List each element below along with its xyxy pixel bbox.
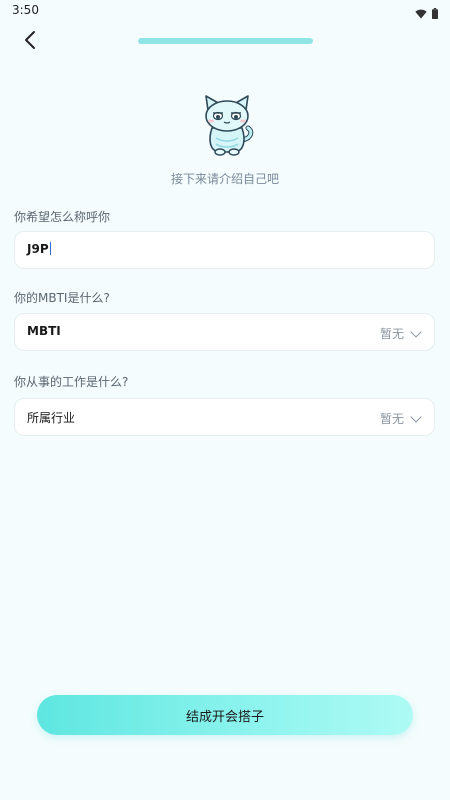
mbti-field-label: 你的MBTI是什么? [14, 291, 110, 305]
screen: 3:50 接下来请介绍自己吧 你希望怎么称呼你 J9P 你的MBTI是什么? M… [0, 0, 450, 800]
industry-field-name: 所属行业 [27, 411, 76, 425]
name-field-label: 你希望怎么称呼你 [14, 210, 111, 224]
status-icons [415, 4, 438, 23]
mbti-select[interactable]: MBTI 暂无 [14, 313, 435, 351]
cat-mascot-image [196, 92, 258, 156]
wifi-icon [415, 4, 427, 23]
industry-select-value-group: 暂无 [379, 410, 422, 427]
intro-text: 接下来请介绍自己吧 [170, 172, 279, 186]
industry-select[interactable]: 所属行业 暂无 [14, 398, 435, 436]
progress-fill [138, 38, 313, 44]
chevron-left-icon [23, 30, 37, 54]
status-time: 3:50 [12, 3, 39, 17]
status-bar: 3:50 [0, 0, 450, 22]
mbti-field-name: MBTI [27, 324, 61, 338]
back-button[interactable] [16, 28, 44, 56]
name-input[interactable]: J9P [14, 231, 435, 269]
submit-button[interactable]: 结成开会搭子 [37, 695, 413, 735]
text-caret [49, 242, 51, 255]
progress-bar [138, 38, 313, 44]
name-input-value: J9P [27, 242, 51, 256]
chevron-down-icon [410, 325, 422, 338]
mbti-select-value: 暂无 [379, 327, 404, 341]
chevron-down-icon [410, 410, 422, 423]
battery-icon [432, 4, 438, 23]
mbti-select-value-group: 暂无 [379, 325, 422, 342]
job-field-label: 你从事的工作是什么? [14, 375, 129, 389]
industry-select-value: 暂无 [379, 412, 404, 426]
